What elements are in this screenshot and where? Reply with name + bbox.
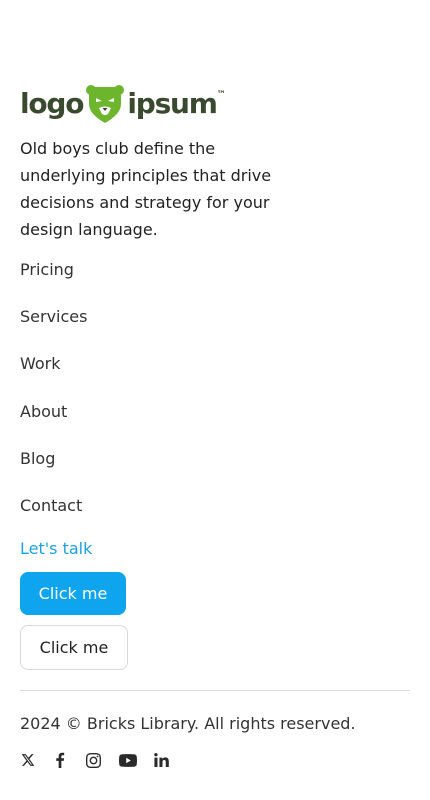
nav-item-pricing[interactable]: Pricing <box>20 256 87 303</box>
social-links <box>20 751 169 769</box>
primary-click-button[interactable]: Click me <box>20 572 126 615</box>
secondary-click-button[interactable]: Click me <box>20 625 128 670</box>
instagram-icon[interactable] <box>85 751 101 769</box>
nav-item-blog[interactable]: Blog <box>20 445 87 492</box>
linkedin-icon[interactable] <box>154 751 169 769</box>
x-icon[interactable] <box>20 751 36 769</box>
bear-head-icon <box>86 85 125 123</box>
lets-talk-link[interactable]: Let's talk <box>20 537 92 561</box>
footer-tagline: Old boys club define the underlying prin… <box>20 139 272 239</box>
facebook-icon[interactable] <box>54 751 66 769</box>
nav-item-work[interactable]: Work <box>20 350 87 397</box>
footer-nav: Pricing Services Work About Blog Contact <box>20 256 87 539</box>
footer-divider <box>20 690 410 691</box>
nav-item-about[interactable]: About <box>20 398 87 445</box>
nav-item-contact[interactable]: Contact <box>20 492 87 539</box>
nav-item-services[interactable]: Services <box>20 303 87 350</box>
copyright-text: 2024 © Bricks Library. All rights reserv… <box>20 714 356 733</box>
logo-text-left: logo <box>20 87 85 120</box>
site-footer: logo ipsum ™ Old boys club define the un… <box>0 0 430 800</box>
trademark-mark: ™ <box>216 90 226 100</box>
youtube-icon[interactable] <box>119 751 137 769</box>
logo-text-right: ipsum <box>127 87 218 120</box>
logo-link[interactable]: logo ipsum ™ <box>20 84 226 124</box>
